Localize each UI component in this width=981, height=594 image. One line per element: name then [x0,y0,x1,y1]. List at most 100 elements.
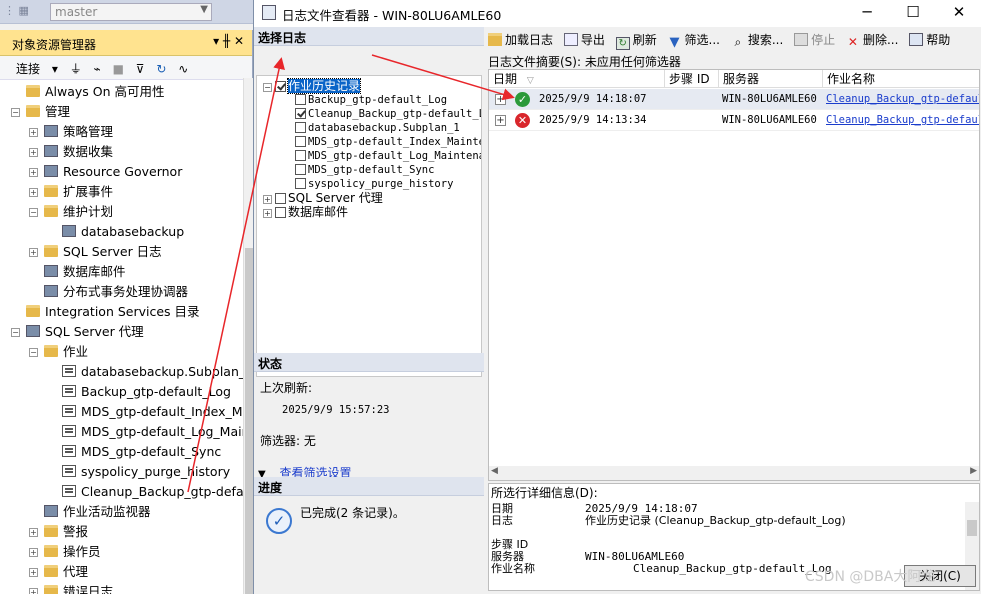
column-header-step-id[interactable]: 步骤 ID [665,70,719,88]
expand-icon[interactable]: + [29,568,38,577]
ssms-toolbar: ⋮ ▦ master ▼ [0,0,253,24]
log-tree-item[interactable]: databasebackup.Subplan_1 [295,121,460,135]
job-icon [62,425,76,437]
log-tree-item[interactable]: Backup_gtp-default_Log [295,93,447,107]
progress-text: 已完成(2 条记录)。 [300,506,405,520]
collapse-icon[interactable]: − [29,208,38,217]
stop-icon[interactable]: ■ [113,62,124,76]
log-tree-item[interactable]: MDS_gtp-default_Sync [295,163,434,177]
tree-node-label: Resource Governor [63,164,183,179]
checkbox-db-mail[interactable] [275,207,286,218]
collapse-icon[interactable]: − [11,328,20,337]
log-grid: 日期 ▽ 步骤 ID 服务器 作业名称 + ✓ 2025/9/9 14:18:07 W… [488,69,980,481]
grid-row[interactable]: + ✕ 2025/9/9 14:13:34 WIN-80LU6AMLE60 Cleanu… [489,110,979,131]
tree-node-label: 警报 [63,524,89,539]
log-tree-item-label: MDS_gtp-default_Sync [308,164,435,176]
maximize-button[interactable]: ☐ [890,1,936,25]
close-window-button[interactable]: ✕ [936,1,981,25]
details-job-value: Cleanup_Backup_gtp-default_Log [633,562,832,575]
expand-icon[interactable]: + [263,209,272,218]
column-date-label: 日期 [493,72,518,86]
log-tree-item[interactable]: syspolicy_purge_history [295,177,453,191]
minimize-button[interactable]: ─ [844,1,890,25]
help-button[interactable]: 帮助 [909,31,950,48]
tree-root-sql-agent[interactable]: + SQL Server 代理 [263,191,383,205]
tree-node-label: syspolicy_purge_history [81,464,231,479]
log-checkbox[interactable] [295,94,306,105]
scroll-right-icon[interactable]: ▶ [970,466,977,476]
load-log-button[interactable]: 加载日志 [488,31,553,48]
disconnect-icon[interactable]: ⌁ [94,62,101,76]
chevron-down-icon[interactable]: ▼ [200,4,208,15]
checkbox-job-history[interactable] [275,81,286,92]
connect-button[interactable]: 连接 ▾ [16,62,58,76]
stop-label: 停止 [811,33,836,47]
tree-root-db-mail[interactable]: + 数据库邮件 [263,205,348,219]
column-header-date[interactable]: 日期 ▽ [489,70,665,88]
expand-icon[interactable]: + [29,528,38,537]
column-header-job-name[interactable]: 作业名称 [823,70,979,88]
refresh-button[interactable]: ↻ 刷新 [615,31,657,50]
log-tree-item-label: Backup_gtp-default_Log [308,94,448,106]
folder-open-icon [488,33,502,46]
checkbox-sql-agent[interactable] [275,193,286,204]
log-checkbox[interactable] [295,178,306,189]
search-icon: ⌕ [734,35,742,49]
log-checkbox[interactable] [295,122,306,133]
column-header-server[interactable]: 服务器 [719,70,823,88]
expand-row-icon[interactable]: + [495,94,506,105]
details-heading: 所选行详细信息(D): [491,486,598,500]
tree-root-job-history[interactable]: − 作业历史记录 [263,78,362,94]
log-checkbox[interactable] [295,164,306,175]
grid-row[interactable]: + ✓ 2025/9/9 14:18:07 WIN-80LU6AMLE60 Cleanu… [489,89,979,110]
expand-icon[interactable]: + [29,548,38,557]
log-checkbox[interactable] [295,108,306,119]
log-tree-item[interactable]: MDS_gtp-default_Index_Mainter [295,135,481,149]
refresh-icon[interactable]: ↻ [156,62,166,76]
expand-icon[interactable]: + [29,588,38,594]
last-refresh-label: 上次刷新: [260,381,313,395]
expand-icon[interactable]: + [29,248,38,257]
collapse-icon[interactable]: − [263,83,272,92]
expand-icon[interactable]: + [29,168,38,177]
collapse-icon[interactable]: − [11,108,20,117]
tree-node-label: 数据库邮件 [63,264,126,279]
agent-icon [26,325,40,337]
refresh-icon: ↻ [615,37,630,50]
grid-horizontal-scrollbar[interactable]: ◀ ▶ [489,466,979,480]
delete-button[interactable]: ✕ 删除... [846,31,898,49]
toolbar-grip-icon: ⋮ ▦ [4,4,29,17]
object-explorer-scrollbar[interactable] [243,78,253,594]
log-checkbox[interactable] [295,150,306,161]
log-file-viewer-window: 日志文件查看器 - WIN-80LU6AMLE60 ─ ☐ ✕ 选择日志 − 作业… [253,0,981,594]
log-checkbox[interactable] [295,136,306,147]
search-button[interactable]: ⌕ 搜索... [731,31,783,49]
expand-icon[interactable]: + [29,148,38,157]
log-tree: − 作业历史记录 Backup_gtp-default_Log Cleanup_Ba… [256,75,482,377]
collapse-icon[interactable]: − [29,348,38,357]
database-dropdown[interactable]: master ▼ [50,3,212,21]
pin-icon[interactable]: ▾ ╫ ✕ [213,34,244,48]
export-button[interactable]: 导出 [563,31,605,48]
delete-x-icon: ✕ [847,35,858,49]
expand-icon[interactable]: + [29,128,38,137]
cell-job-name[interactable]: Cleanup_Backup_gtp-default_Log [826,89,979,110]
watermark: CSDN @DBA大阿龙 [805,569,936,585]
object-explorer: 对象资源管理器 ▾ ╫ ✕ 连接 ▾ ⏚ ⌁ ■ ⊽ ↻ ∿ Always On… [0,30,253,594]
plug-icon[interactable]: ⏚ [70,62,82,76]
activity-icon[interactable]: ∿ [178,62,188,76]
log-tree-item-label: Cleanup_Backup_gtp-default_Lo [308,108,482,120]
filter-icon[interactable]: ⊽ [136,62,145,76]
filter-button[interactable]: ▼ 筛选... [668,31,720,49]
expand-row-icon[interactable]: + [495,115,506,126]
scroll-left-icon[interactable]: ◀ [491,466,498,476]
expand-icon[interactable]: + [29,188,38,197]
expand-icon[interactable]: + [263,195,272,204]
log-tree-item[interactable]: Cleanup_Backup_gtp-default_Lo [295,107,482,121]
folder-icon [26,305,40,317]
log-tree-item[interactable]: MDS_gtp-default_Log_Maintenar [295,149,481,163]
tree-node-label: databasebackup.Subplan_1 [81,364,253,379]
cell-job-name[interactable]: Cleanup_Backup_gtp-default_Log [826,110,979,131]
stop-button[interactable]: 停止 [794,31,835,48]
object-explorer-toolbar: 连接 ▾ ⏚ ⌁ ■ ⊽ ↻ ∿ [0,56,252,80]
